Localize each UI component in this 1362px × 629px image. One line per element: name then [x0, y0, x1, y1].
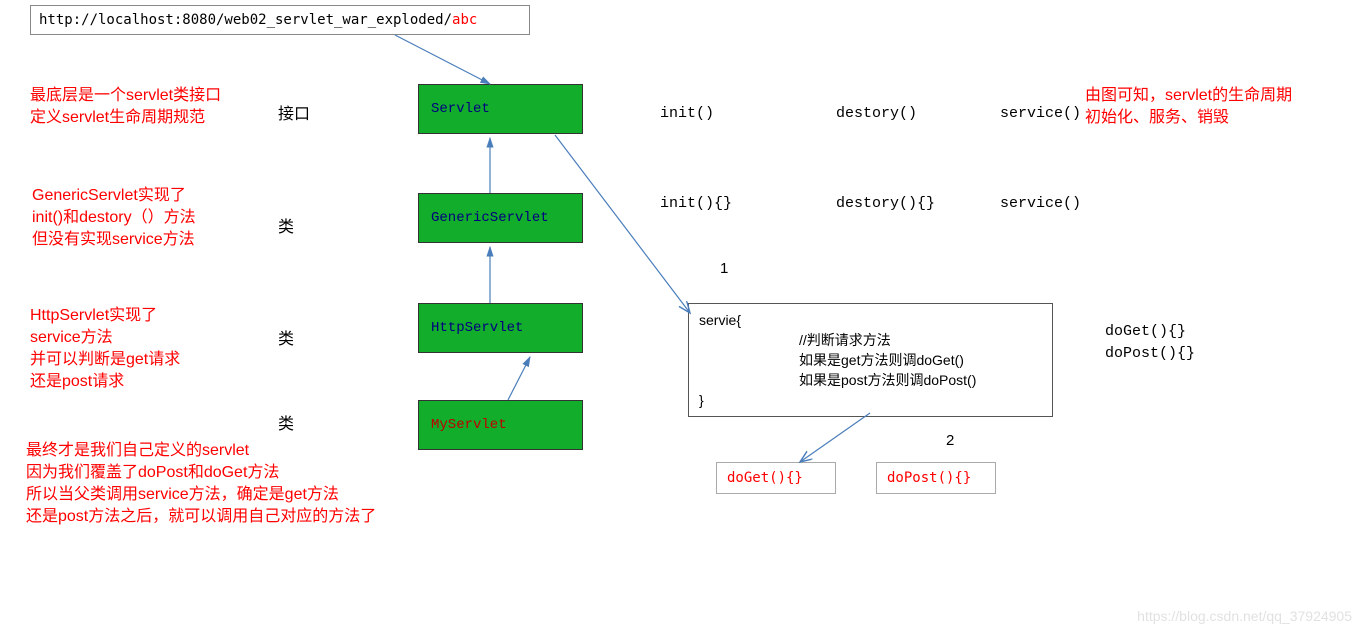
- m1-service: service(): [1000, 105, 1081, 122]
- note-http-servlet: HttpServlet实现了 service方法 并可以判断是get请求 还是p…: [30, 305, 180, 393]
- box-doget: doGet(){}: [716, 462, 836, 494]
- box-http: HttpServlet: [418, 303, 583, 353]
- servie-box: servie{ //判断请求方法 如果是get方法则调doGet() 如果是po…: [688, 303, 1053, 417]
- note-my-servlet: 最终才是我们自己定义的servlet 因为我们覆盖了doPost和doGet方法…: [26, 440, 376, 528]
- note-generic-servlet: GenericServlet实现了 init()和destory（）方法 但没有…: [32, 185, 196, 251]
- label-class-3: 类: [278, 410, 294, 434]
- box-servlet: Servlet: [418, 84, 583, 134]
- number-1: 1: [720, 260, 728, 277]
- servie-c3: 如果是post方法则调doPost(): [699, 370, 1042, 390]
- number-2: 2: [946, 432, 954, 449]
- servie-open: servie{: [699, 310, 1042, 330]
- arrow-servie-to-doget: [800, 413, 870, 462]
- m2-init: init(){}: [660, 195, 732, 212]
- box-my: MyServlet: [418, 400, 583, 450]
- m1-destory: destory(): [836, 105, 917, 122]
- servie-c1: //判断请求方法: [699, 330, 1042, 350]
- watermark: https://blog.csdn.net/qq_37924905: [1137, 608, 1352, 624]
- arrow-my-to-http: [508, 357, 530, 400]
- servie-close: }: [699, 390, 1042, 410]
- m1-init: init(): [660, 105, 714, 122]
- servie-c2: 如果是get方法则调doGet(): [699, 350, 1042, 370]
- right-dopost: doPost(){}: [1105, 345, 1195, 362]
- url-suffix: abc: [452, 12, 477, 28]
- url-prefix: http://localhost:8080/web02_servlet_war_…: [39, 12, 452, 28]
- box-generic: GenericServlet: [418, 193, 583, 243]
- url-box: http://localhost:8080/web02_servlet_war_…: [30, 5, 530, 35]
- m2-destory: destory(){}: [836, 195, 935, 212]
- m2-service: service(): [1000, 195, 1081, 212]
- note-servlet-interface: 最底层是一个servlet类接口 定义servlet生命周期规范: [30, 85, 221, 129]
- note-summary: 由图可知，servlet的生命周期 初始化、服务、销毁: [1085, 85, 1292, 129]
- label-class-1: 类: [278, 213, 294, 237]
- box-dopost: doPost(){}: [876, 462, 996, 494]
- label-class-2: 类: [278, 325, 294, 349]
- arrow-url-to-servlet: [395, 35, 490, 84]
- right-doget: doGet(){}: [1105, 323, 1186, 340]
- label-interface: 接口: [278, 100, 310, 124]
